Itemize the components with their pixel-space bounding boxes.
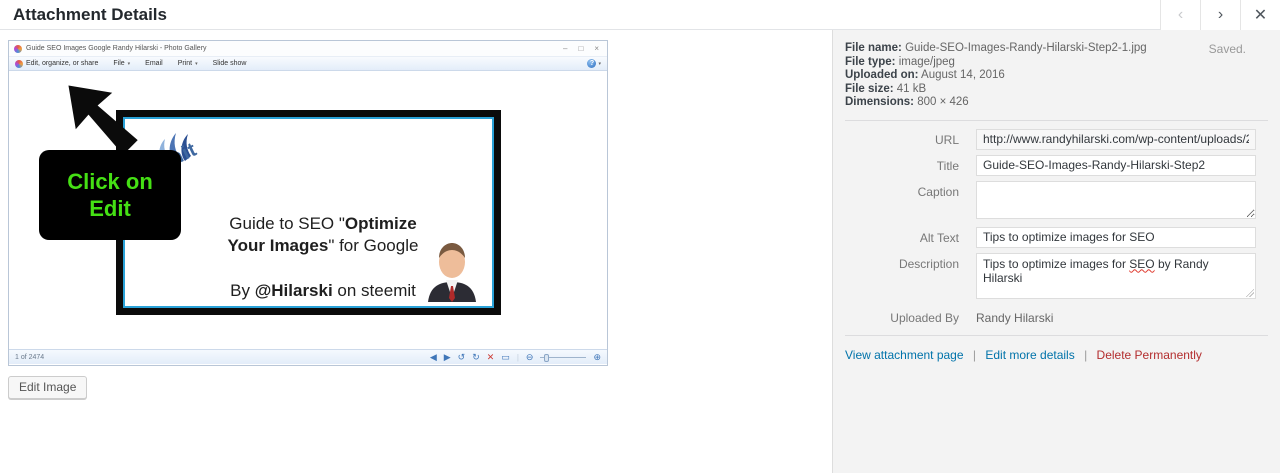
annotation-line1: Click on [67, 169, 153, 194]
seo-byline: By @Hilarski on steemit [230, 281, 416, 300]
zoom-slider [540, 353, 587, 362]
caption-row: Caption [845, 180, 1268, 222]
menu-email: Email [145, 60, 163, 67]
saved-status-badge: Saved. [1208, 42, 1246, 56]
photo-position-counter: 1 of 2474 [15, 353, 45, 361]
window-close-icon: × [594, 44, 599, 53]
description-textarea[interactable]: Tips to optimize images for SEO by Randy… [976, 252, 1256, 299]
file-name-line: File name: Guide-SEO-Images-Randy-Hilars… [845, 42, 1147, 54]
attachment-details-header: Attachment Details ‹ › ✕ [0, 0, 1280, 30]
alt-text-row: Alt Text [845, 226, 1268, 248]
edit-more-details-link[interactable]: Edit more details [985, 348, 1074, 362]
dimensions-line: Dimensions: 800 × 426 [845, 96, 969, 108]
rotate-left-icon: ↺ [457, 351, 466, 362]
gallery-canvas: steemit Guide to SEO "Optimize Your Imag… [9, 71, 607, 349]
annotation-callout: Click on Edit [39, 150, 181, 240]
attachment-actions: View attachment page | Edit more details… [845, 348, 1268, 362]
photo-gallery-icon [14, 44, 22, 53]
header-nav-buttons: ‹ › ✕ [1160, 0, 1280, 30]
alt-text-input[interactable] [976, 226, 1256, 248]
chevron-down-icon: ▾ [195, 60, 198, 67]
menu-print: Print ▾ [177, 60, 198, 67]
divider [845, 119, 1268, 121]
gallery-menubar: Edit, organize, or share File ▾ Email Pr… [9, 56, 607, 71]
delete-photo-icon: ✕ [486, 351, 495, 362]
url-input[interactable] [976, 128, 1256, 150]
description-row: Description Tips to optimize images for … [845, 252, 1268, 299]
photo-gallery-icon [15, 59, 23, 68]
attachment-info: File name: Guide-SEO-Images-Randy-Hilars… [845, 42, 1268, 110]
help-icon: ? ▾ [587, 59, 601, 68]
uploaded-on-line: Uploaded on: August 14, 2016 [845, 69, 1005, 81]
title-label: Title [936, 158, 959, 173]
attachment-preview-pane: Guide SEO Images Google Randy Hilarski -… [0, 30, 832, 473]
page-title: Attachment Details [13, 4, 167, 24]
zoom-in-icon: ⊕ [593, 351, 601, 362]
divider [845, 334, 1268, 336]
edit-image-button[interactable]: Edit Image [8, 376, 88, 399]
alt-text-label: Alt Text [919, 230, 959, 245]
delete-permanently-link[interactable]: Delete Permanently [1097, 348, 1202, 362]
chevron-down-icon: ▾ [598, 60, 601, 67]
gallery-statusbar: 1 of 2474 ◀ ▶ ↺ ↻ ✕ ▭ | ⊖ ⊕ [9, 349, 607, 364]
view-attachment-page-link[interactable]: View attachment page [845, 348, 964, 362]
description-label: Description [898, 256, 959, 271]
menu-slideshow: Slide show [212, 60, 247, 67]
modal-content: Guide SEO Images Google Randy Hilarski -… [0, 30, 1280, 473]
chevron-down-icon: ▾ [127, 60, 131, 67]
menu-file: File ▾ [113, 60, 131, 67]
maximize-icon: □ [578, 44, 584, 53]
previous-attachment-button[interactable]: ‹ [1160, 0, 1200, 30]
toolbar-divider: | [516, 352, 519, 362]
misspelled-word: SEO [1129, 256, 1155, 271]
rotate-right-icon: ↻ [472, 351, 480, 362]
action-separator: | [1084, 347, 1088, 362]
url-row: URL [845, 128, 1268, 150]
author-headshot-photo [428, 243, 476, 302]
menu-edit-organize-share: Edit, organize, or share [15, 59, 98, 68]
file-size-line: File size: 41 kB [845, 82, 927, 95]
close-icon[interactable]: ✕ [1240, 0, 1280, 30]
slideshow-icon: ▭ [501, 351, 510, 362]
annotation-line2: Edit [89, 196, 131, 221]
uploaded-by-value: Randy Hilarski [976, 310, 1054, 325]
uploaded-by-row: Uploaded By Randy Hilarski [845, 307, 1268, 325]
next-attachment-button[interactable]: › [1200, 0, 1240, 30]
url-label: URL [934, 132, 959, 147]
title-row: Title [845, 154, 1268, 176]
caption-textarea[interactable] [976, 180, 1256, 219]
zoom-out-icon: ⊖ [525, 351, 534, 362]
title-input[interactable] [976, 154, 1256, 176]
uploaded-by-label: Uploaded By [890, 310, 959, 325]
gallery-toolbar: ◀ ▶ ↺ ↻ ✕ ▭ | ⊖ ⊕ [430, 352, 601, 363]
next-photo-icon: ▶ [443, 351, 451, 362]
minimize-icon: – [563, 44, 568, 53]
attachment-preview-image: Guide SEO Images Google Randy Hilarski -… [8, 40, 608, 366]
previous-photo-icon: ◀ [429, 351, 437, 362]
attachment-details-pane: Saved. File name: Guide-SEO-Images-Randy… [832, 30, 1280, 473]
file-type-line: File type: image/jpeg [845, 55, 955, 68]
gallery-window-controls: – □ × [563, 44, 602, 53]
gallery-titlebar: Guide SEO Images Google Randy Hilarski -… [9, 41, 607, 56]
caption-label: Caption [917, 184, 959, 199]
gallery-window-title: Guide SEO Images Google Randy Hilarski -… [26, 45, 207, 52]
action-separator: | [972, 347, 976, 362]
seo-headline: Guide to SEO "Optimize Your Images" for … [227, 214, 419, 255]
